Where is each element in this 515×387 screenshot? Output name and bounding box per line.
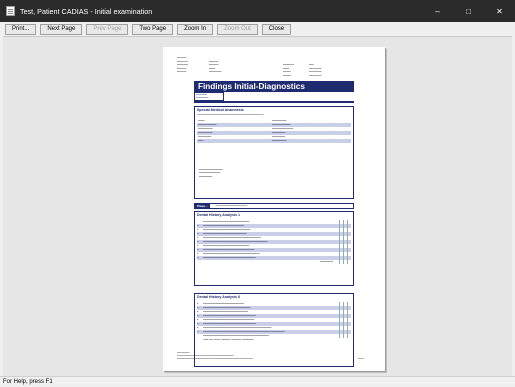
- maximize-button[interactable]: □: [453, 0, 484, 22]
- print-preview-toolbar: Print... Next Page Prev Page Two Page Zo…: [0, 22, 515, 36]
- preview-area: ━━━━━━ ━━━━━━━ ━━━━━━ ━━━━━━━ ━━━━━━ ━━━━━…: [3, 36, 512, 376]
- window-controls: – □ ✕: [422, 0, 515, 22]
- plaque-list-value: ━━━━━━━━━━━━━━━━━━━━━━━━: [215, 205, 248, 207]
- dental-history-1-heading: Dental History Analysis 1: [197, 213, 241, 217]
- special-medical-section: Special Medical Anamnesis ━━━━━━━━━━━━━━…: [194, 106, 354, 199]
- title-underline: [194, 101, 354, 103]
- window-title: Test, Patient CADIAS - Initial examinati…: [20, 6, 153, 16]
- patient-header: ━━━━━━ ━━━━━━━ ━━━━━━ ━━━━━━━ ━━━━━━ ━━━━━…: [177, 56, 222, 74]
- app-icon: [6, 6, 15, 16]
- exam-header: ━━━━━━━ ━━━ ━━━━ ━━━━━━━━ ━━━━━ ━━━━━━━━ ━━…: [283, 63, 322, 77]
- document-title: Findings Initial-Diagnostics: [194, 81, 354, 92]
- special-medical-grid: ━━━━━ ━━━━━━━━━━━ ━━━━━━━━━━━━━━ ━━━━━━━━━…: [197, 119, 351, 151]
- print-button[interactable]: Print...: [5, 23, 37, 35]
- document-subtitle-box: ━━━━━━━━ ━━━━━━━━━: [194, 92, 224, 101]
- two-page-button[interactable]: Two Page: [132, 23, 174, 35]
- minimize-button[interactable]: –: [422, 0, 453, 22]
- title-bar: Test, Patient CADIAS - Initial examinati…: [0, 0, 515, 22]
- page-footer-left: ━━━━━━━━━ ━━━━━━━━━━━━━━━━━━━━━━━━━━━━━━…: [177, 352, 254, 360]
- preview-page: ━━━━━━ ━━━━━━━ ━━━━━━ ━━━━━━━ ━━━━━━ ━━━━━…: [163, 47, 385, 371]
- zoom-out-button[interactable]: Zoom Out: [217, 23, 258, 35]
- next-page-button[interactable]: Next Page: [40, 23, 83, 35]
- status-bar: For Help, press F1: [0, 376, 515, 387]
- plaque-list-label: Plaqu...: [195, 204, 210, 208]
- dental-history-1-rows: ━━━━━━━━━━━━━━━━━━━━━━━━━━━━━━━━━━━ ━ ━━━…: [197, 220, 351, 264]
- page-number: ━━━━: [358, 358, 364, 360]
- dental-history-2-heading: Dental History Analysis II: [197, 295, 241, 299]
- plaque-list-bar: Plaqu... ━━━━━━━━━━━━━━━━━━━━━━━━: [194, 203, 354, 209]
- special-medical-note: ━━━━━━━━━━━━━━━━━━━━━━━━━━━━━━━━━━━━━━━━…: [197, 114, 264, 116]
- dental-history-2-rows: ━ ━━━━━━━━━━━━━━━━━━━━━━━━━━━━━━━ ━ ━━━━━━…: [197, 302, 351, 342]
- prev-page-button[interactable]: Prev Page: [86, 23, 129, 35]
- special-medical-list: ━━━━━━━━━━━━━━━━━━ ━━━━━━━━━━━━━━━━ ━━━━…: [199, 169, 223, 178]
- close-window-button[interactable]: ✕: [484, 0, 515, 22]
- dental-history-1-section: Dental History Analysis 1 ━━━━━━━━━━━━━━…: [194, 211, 354, 286]
- zoom-in-button[interactable]: Zoom In: [177, 23, 214, 35]
- close-preview-button[interactable]: Close: [261, 23, 292, 35]
